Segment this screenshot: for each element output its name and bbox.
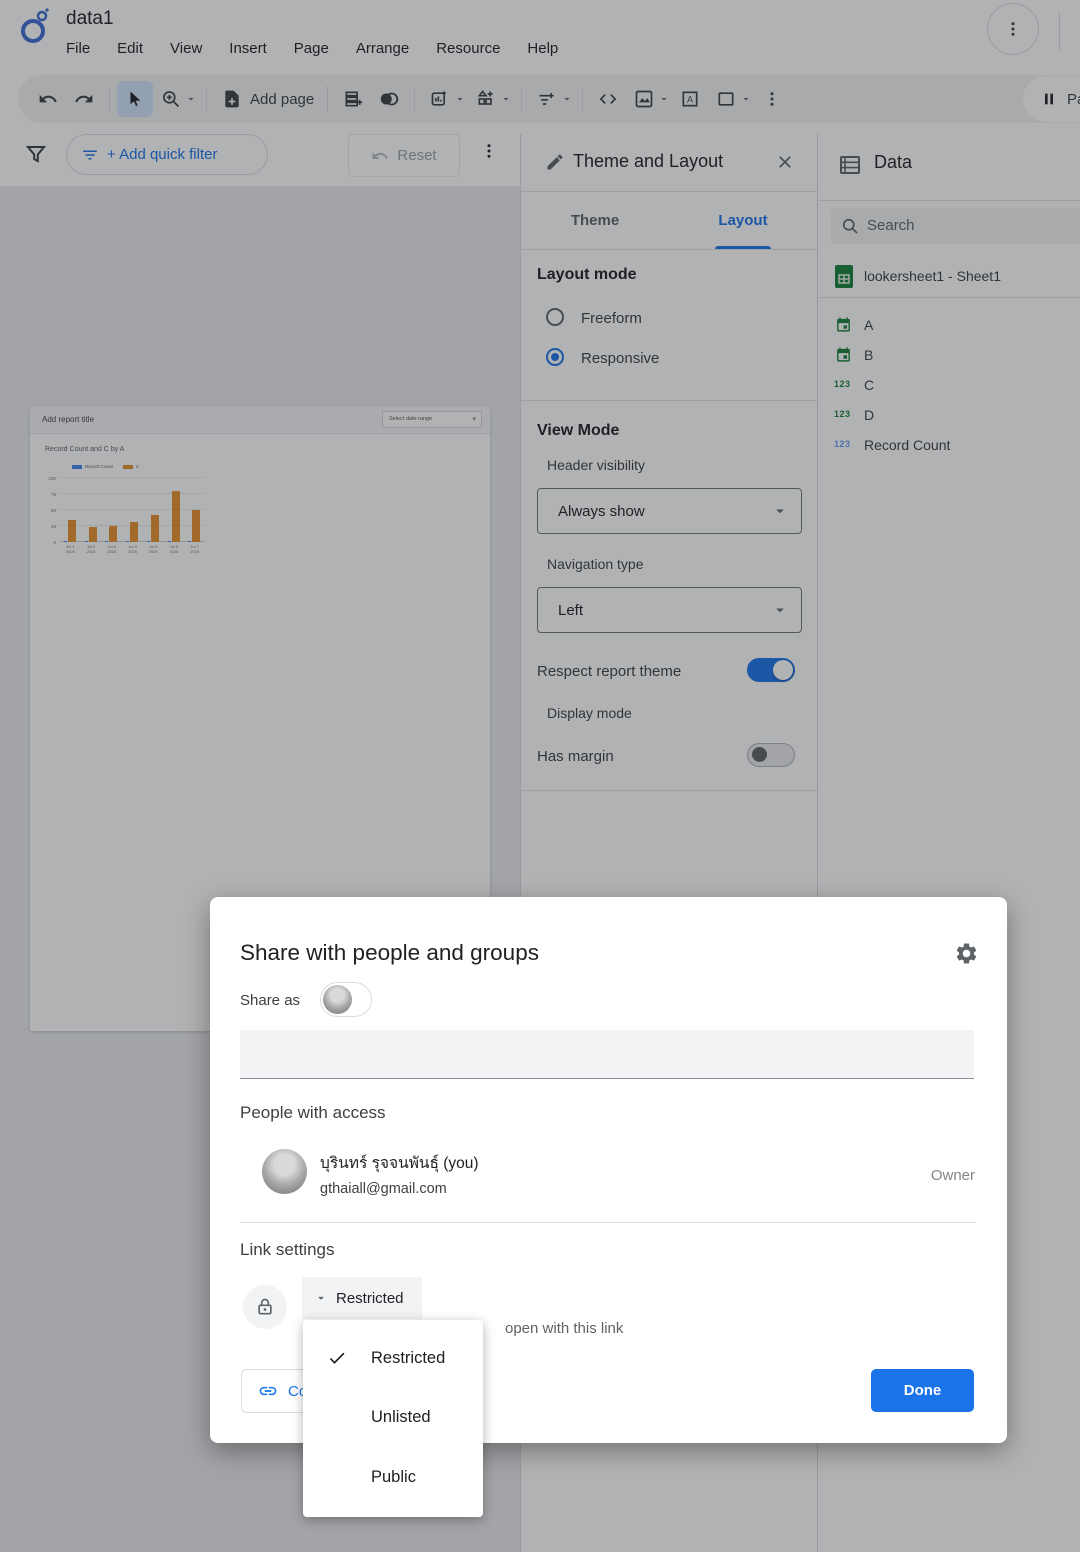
add-people-input[interactable] bbox=[240, 1030, 974, 1079]
option-public[interactable]: Public bbox=[303, 1453, 483, 1501]
link-access-dropdown-trigger[interactable]: Restricted bbox=[302, 1277, 422, 1319]
done-button[interactable]: Done bbox=[871, 1369, 974, 1412]
share-dialog-title: Share with people and groups bbox=[240, 940, 539, 966]
owner-role: Owner bbox=[931, 1167, 975, 1184]
link-settings-label: Link settings bbox=[240, 1240, 335, 1260]
owner-avatar bbox=[262, 1149, 307, 1194]
link-access-helper-text: open with this link bbox=[505, 1320, 623, 1337]
option-label: Restricted bbox=[371, 1349, 445, 1368]
option-label: Public bbox=[371, 1468, 416, 1487]
check-icon bbox=[327, 1348, 347, 1368]
lock-icon bbox=[255, 1297, 275, 1317]
option-unlisted[interactable]: Unlisted bbox=[303, 1393, 483, 1441]
link-icon bbox=[258, 1381, 278, 1401]
owner-name: บุรินทร์ รุจจนพันธุ์ (you) bbox=[320, 1150, 479, 1175]
link-access-dropdown-menu: Restricted Unlisted Public bbox=[303, 1320, 483, 1517]
avatar bbox=[323, 985, 352, 1014]
owner-email: gthaiall@gmail.com bbox=[320, 1181, 447, 1197]
done-label: Done bbox=[904, 1382, 942, 1399]
link-access-value: Restricted bbox=[336, 1290, 404, 1307]
dropdown-caret-icon bbox=[314, 1291, 328, 1305]
share-as-label: Share as bbox=[240, 992, 300, 1009]
dialog-divider bbox=[240, 1222, 977, 1223]
link-access-badge bbox=[243, 1285, 287, 1329]
gear-icon bbox=[954, 941, 979, 966]
people-with-access-label: People with access bbox=[240, 1103, 386, 1123]
option-label: Unlisted bbox=[371, 1408, 431, 1427]
share-as-account-selector[interactable] bbox=[320, 982, 372, 1017]
share-settings-button[interactable] bbox=[954, 941, 979, 966]
option-restricted[interactable]: Restricted bbox=[303, 1334, 483, 1382]
